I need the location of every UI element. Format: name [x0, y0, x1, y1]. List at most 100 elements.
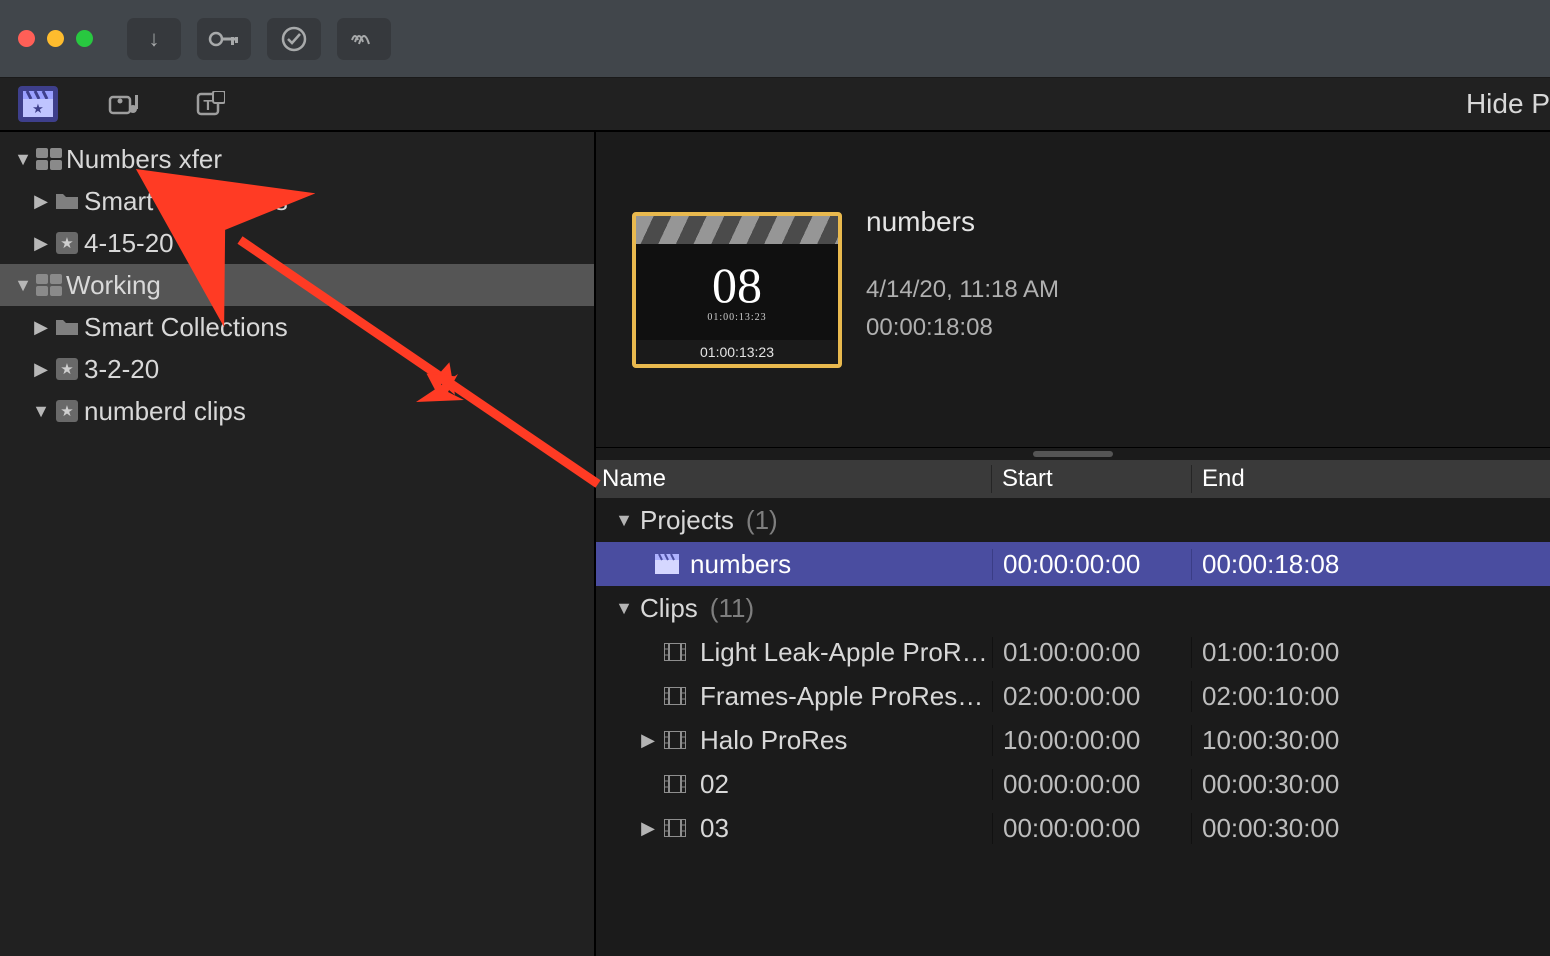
sidebar-item-label: Smart Collections — [84, 186, 288, 217]
audio-waves-icon — [350, 28, 378, 50]
clip-row-3[interactable]: 02 00:00:00:0000:00:30:00 — [596, 762, 1550, 806]
disclosure-triangle[interactable]: ▼ — [612, 598, 636, 619]
clip-row-2[interactable]: ▶ Halo ProRes 10:00:00:0010:00:30:00 — [596, 718, 1550, 762]
filmstrip-icon — [664, 731, 686, 749]
sidebar-item-label: Working — [66, 270, 161, 301]
disclosure-triangle[interactable]: ▼ — [612, 510, 636, 531]
item-name: numbers — [690, 549, 791, 580]
sidebar-tabs: ★ T Hide P — [0, 78, 1550, 132]
cell-end: 01:00:10:00 — [1192, 637, 1550, 668]
project-thumbnail[interactable]: 08 01:00:13:23 01:00:13:23 — [632, 212, 842, 368]
thumbnail-subtext: 01:00:13:23 — [707, 312, 766, 323]
titlebar: ↓ — [0, 0, 1550, 78]
project-duration: 00:00:18:08 — [866, 314, 1059, 342]
column-end[interactable]: End — [1192, 465, 1550, 493]
filmstrip-icon — [664, 687, 686, 705]
cell-start: 00:00:00:00 — [992, 813, 1192, 844]
sidebar-item-0[interactable]: ▼Numbers xfer — [0, 138, 594, 180]
cell-start: 10:00:00:00 — [992, 725, 1192, 756]
browser-panel: 08 01:00:13:23 01:00:13:23 numbers 4/14/… — [596, 132, 1550, 956]
key-icon — [208, 29, 240, 49]
clapperboard-star-icon: ★ — [23, 91, 53, 117]
hide-toggle[interactable]: Hide P — [1466, 88, 1550, 120]
library-tab[interactable]: ★ — [18, 86, 58, 122]
sidebar-item-3[interactable]: ▼ Working — [0, 264, 594, 306]
thumbnail-timecode: 01:00:13:23 — [636, 340, 838, 364]
clip-row-4[interactable]: ▶ 03 00:00:00:0000:00:30:00 — [596, 806, 1550, 850]
filmstrip-area: 08 01:00:13:23 01:00:13:23 numbers 4/14/… — [596, 132, 1550, 448]
disclosure-triangle[interactable]: ▼ — [30, 401, 52, 422]
sidebar-item-1[interactable]: ▶ Smart Collections — [0, 180, 594, 222]
photos-audio-tab[interactable] — [104, 86, 144, 122]
group-label: Projects — [640, 505, 734, 536]
folder-icon — [55, 312, 79, 343]
disclosure-triangle[interactable]: ▼ — [12, 275, 34, 296]
sidebar-item-2[interactable]: ▶★4-15-20 — [0, 222, 594, 264]
group-label: Clips — [640, 593, 698, 624]
background-tasks-button[interactable] — [267, 18, 321, 60]
item-name: Frames-Apple ProRes… — [700, 681, 983, 712]
close-window-button[interactable] — [18, 30, 35, 47]
photos-music-icon — [108, 91, 140, 117]
sidebar-item-4[interactable]: ▶ Smart Collections — [0, 306, 594, 348]
column-name[interactable]: Name — [596, 465, 992, 493]
group-count: (1) — [746, 505, 778, 536]
clip-row-0[interactable]: Light Leak-Apple ProR…01:00:00:0001:00:1… — [596, 630, 1550, 674]
svg-text:T: T — [203, 97, 212, 114]
item-name: 03 — [700, 813, 729, 844]
pane-divider[interactable] — [596, 448, 1550, 460]
titles-icon: T — [195, 91, 225, 117]
sidebar-item-label: numberd clips — [84, 396, 246, 427]
library-icon — [36, 274, 62, 296]
clip-row-1[interactable]: Frames-Apple ProRes… 02:00:00:0002:00:10:… — [596, 674, 1550, 718]
disclosure-triangle[interactable]: ▶ — [636, 818, 660, 839]
filmstrip-icon — [664, 643, 686, 661]
disclosure-triangle[interactable]: ▶ — [30, 317, 52, 338]
audio-enhancements-button[interactable] — [337, 18, 391, 60]
titles-generators-tab[interactable]: T — [190, 86, 230, 122]
cell-end: 10:00:30:00 — [1192, 725, 1550, 756]
import-button[interactable]: ↓ — [127, 18, 181, 60]
disclosure-triangle[interactable]: ▼ — [12, 149, 34, 170]
project-date: 4/14/20, 11:18 AM — [866, 276, 1059, 304]
clapperboard-pattern — [636, 216, 838, 244]
item-name: 02 — [700, 769, 729, 800]
cell-start: 00:00:00:00 — [992, 769, 1192, 800]
folder-icon — [55, 186, 79, 217]
library-icon — [36, 148, 62, 170]
sidebar-item-6[interactable]: ▼★ numberd clips — [0, 390, 594, 432]
minimize-window-button[interactable] — [47, 30, 64, 47]
svg-text:★: ★ — [32, 101, 44, 116]
project-row[interactable]: numbers 00:00:00:0000:00:18:08 — [596, 542, 1550, 586]
group-projects[interactable]: ▼Projects (1) — [596, 498, 1550, 542]
list-body: ▼Projects(1)numbers00:00:00:0000:00:18:0… — [596, 498, 1550, 850]
disclosure-triangle[interactable]: ▶ — [30, 233, 52, 254]
disclosure-triangle[interactable]: ▶ — [636, 730, 660, 751]
column-start[interactable]: Start — [992, 465, 1192, 493]
item-name: Halo ProRes — [700, 725, 847, 756]
disclosure-triangle[interactable]: ▶ — [30, 191, 52, 212]
thumbnail-number: 08 — [712, 260, 762, 310]
cell-start: 00:00:00:00 — [992, 549, 1192, 580]
sidebar-item-label: Smart Collections — [84, 312, 288, 343]
cell-end: 00:00:30:00 — [1192, 813, 1550, 844]
filmstrip-icon — [664, 775, 686, 793]
cell-end: 02:00:10:00 — [1192, 681, 1550, 712]
event-star-icon: ★ — [56, 358, 78, 380]
window-controls — [18, 30, 93, 47]
sidebar-item-label: 3-2-20 — [84, 354, 159, 385]
checkmark-circle-icon — [280, 25, 308, 53]
sidebar-item-label: 4-15-20 — [84, 228, 174, 259]
disclosure-triangle[interactable]: ▶ — [30, 359, 52, 380]
cell-end: 00:00:18:08 — [1192, 549, 1550, 580]
project-metadata: numbers 4/14/20, 11:18 AM 00:00:18:08 — [866, 206, 1059, 342]
cell-start: 02:00:00:00 — [992, 681, 1192, 712]
keyword-editor-button[interactable] — [197, 18, 251, 60]
library-sidebar: ▼Numbers xfer▶Smart Collections▶★4-15-20… — [0, 132, 596, 956]
sidebar-item-5[interactable]: ▶★ 3-2-20 — [0, 348, 594, 390]
event-star-icon: ★ — [56, 400, 78, 422]
zoom-window-button[interactable] — [76, 30, 93, 47]
project-title: numbers — [866, 206, 1059, 238]
group-clips[interactable]: ▼Clips(11) — [596, 586, 1550, 630]
cell-end: 00:00:30:00 — [1192, 769, 1550, 800]
